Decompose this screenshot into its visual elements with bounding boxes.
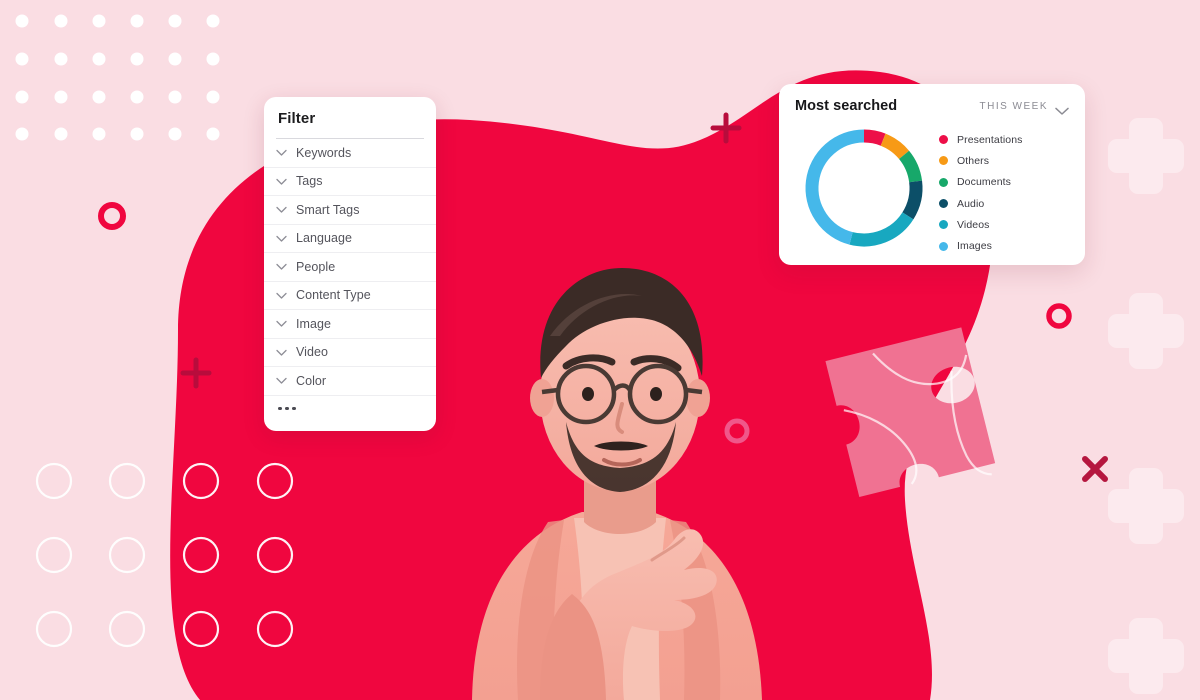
legend-label: Others (957, 154, 990, 167)
filter-item-video[interactable]: Video (264, 339, 436, 367)
ellipsis-dot (285, 406, 289, 410)
chart-legend: Presentations Others Documents Audio Vid… (939, 122, 1023, 257)
dot-grid-decoration (15, 14, 220, 141)
donut-segment-documents (898, 150, 923, 183)
filter-item-label: Tags (296, 174, 323, 189)
plus-decoration-column (1108, 118, 1184, 694)
period-dropdown[interactable]: THIS WEEK (979, 100, 1069, 115)
donut-segment-videos (849, 212, 914, 247)
close-icon-decoration (1082, 456, 1108, 482)
chevron-down-icon (1055, 102, 1069, 115)
legend-label: Audio (957, 197, 985, 210)
ellipsis-dot (278, 406, 282, 410)
donut-chart (795, 122, 933, 254)
filter-item-content-type[interactable]: Content Type (264, 282, 436, 310)
legend-label: Videos (957, 218, 990, 231)
filter-item-label: Video (296, 345, 328, 360)
filter-item-language[interactable]: Language (264, 225, 436, 253)
legend-item-images: Images (939, 235, 1023, 256)
donut-chart-svg (805, 129, 923, 247)
ring-icon-left (98, 202, 126, 230)
period-dropdown-label: THIS WEEK (979, 100, 1048, 112)
most-searched-title: Most searched (795, 98, 898, 114)
filter-item-label: People (296, 259, 336, 274)
filter-item-label: Language (296, 231, 353, 246)
donut-segment-audio (902, 180, 923, 220)
filter-item-keywords[interactable]: Keywords (264, 139, 436, 168)
legend-color-swatch (939, 156, 948, 166)
chart-area: Presentations Others Documents Audio Vid… (795, 122, 1069, 257)
ellipsis-dot (292, 406, 296, 410)
chevron-down-icon (276, 235, 287, 242)
chevron-down-icon (276, 292, 287, 299)
filter-item-label: Color (296, 373, 327, 388)
chevron-down-icon (276, 377, 287, 384)
filter-item-label: Content Type (296, 288, 371, 303)
filter-item-image[interactable]: Image (264, 310, 436, 339)
most-searched-card: Most searched THIS WEEK Presentations Ot… (779, 84, 1085, 265)
plus-icon-on-blob-top (710, 112, 742, 144)
donut-segment-images (805, 129, 865, 245)
legend-label: Presentations (957, 133, 1023, 146)
ring-icon-right (1046, 303, 1072, 329)
legend-item-videos: Videos (939, 214, 1023, 235)
legend-color-swatch (939, 177, 948, 187)
legend-item-presentations: Presentations (939, 129, 1023, 150)
filter-item-color[interactable]: Color (264, 367, 436, 396)
filter-item-people[interactable]: People (264, 253, 436, 282)
legend-color-swatch (939, 199, 948, 209)
donut-segment-others (880, 133, 910, 160)
filter-item-label: Smart Tags (296, 202, 360, 217)
legend-label: Documents (957, 176, 1012, 189)
most-searched-header: Most searched THIS WEEK (795, 98, 1069, 115)
legend-item-audio: Audio (939, 193, 1023, 214)
filter-item-label: Image (296, 316, 331, 331)
filter-more-button[interactable] (264, 396, 436, 410)
filter-item-smart-tags[interactable]: Smart Tags (264, 196, 436, 225)
legend-item-documents: Documents (939, 172, 1023, 193)
filter-panel: Filter Keywords Tags Smart Tags Language (264, 97, 436, 431)
chevron-down-icon (276, 206, 287, 213)
legend-label: Images (957, 240, 993, 253)
plus-icon-on-blob-left (180, 357, 212, 389)
chevron-down-icon (276, 149, 287, 156)
legend-color-swatch (939, 220, 948, 230)
legend-item-others: Others (939, 150, 1023, 171)
donut-segment-presentations (863, 129, 886, 146)
circle-grid-decoration (35, 462, 294, 648)
filter-panel-title: Filter (278, 110, 316, 127)
chevron-down-icon (276, 349, 287, 356)
chevron-down-icon (276, 263, 287, 270)
puzzle-piece-icon (825, 327, 996, 498)
chevron-down-icon (276, 320, 287, 327)
filter-item-label: Keywords (296, 145, 352, 160)
legend-color-swatch (939, 241, 948, 251)
legend-color-swatch (939, 135, 948, 145)
filter-item-tags[interactable]: Tags (264, 168, 436, 196)
page-root: Filter Keywords Tags Smart Tags Language (0, 0, 1200, 700)
chevron-down-icon (276, 178, 287, 185)
